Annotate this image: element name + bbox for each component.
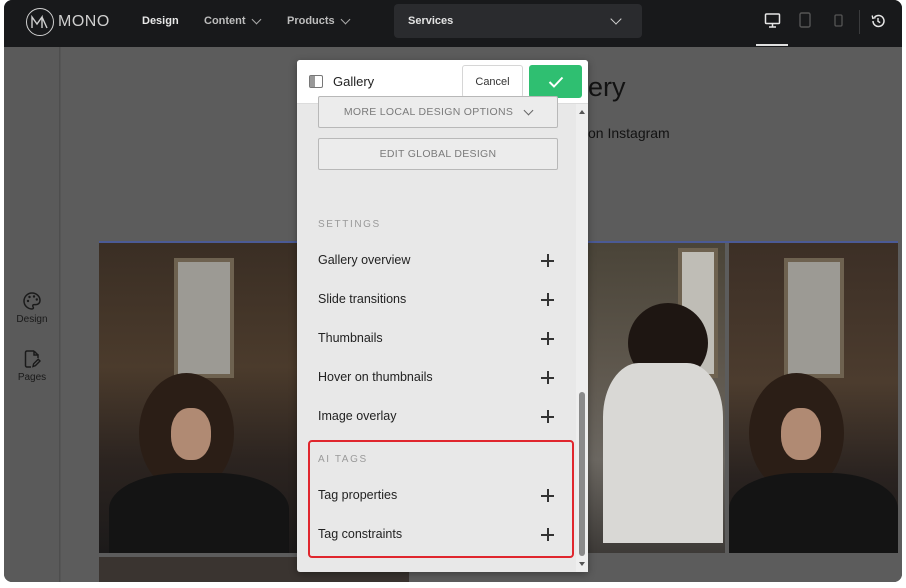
page-edit-icon <box>24 350 41 368</box>
scroll-up-arrow-icon[interactable] <box>579 110 585 114</box>
nav-content[interactable]: Content <box>204 14 261 27</box>
edit-global-design-button[interactable]: EDIT GLOBAL DESIGN <box>318 138 558 170</box>
gallery-image[interactable] <box>99 243 298 553</box>
chevron-down-icon <box>523 105 534 115</box>
shirt-shape <box>603 363 723 543</box>
setting-label: Tag properties <box>318 488 398 502</box>
sidebar-item-pages[interactable]: Pages <box>4 349 60 383</box>
setting-hover-on-thumbnails[interactable]: Hover on thumbnails <box>318 368 554 390</box>
gallery-image[interactable] <box>729 243 898 553</box>
plus-icon[interactable] <box>541 528 554 541</box>
tablet-icon[interactable] <box>799 12 811 33</box>
top-navigation-bar: MONO Design Content Products Services <box>4 0 902 47</box>
setting-label: Thumbnails <box>318 331 383 345</box>
plus-icon[interactable] <box>541 371 554 384</box>
setting-tag-constraints[interactable]: Tag constraints <box>318 525 554 547</box>
chevron-down-icon <box>340 14 351 24</box>
logo-mark-icon <box>26 8 54 36</box>
nav-products-label: Products <box>287 15 335 27</box>
check-icon <box>548 76 563 88</box>
desktop-icon[interactable] <box>764 12 781 34</box>
setting-label: Gallery overview <box>318 253 411 267</box>
gallery-settings-panel: Gallery Cancel MORE LOCAL DESIGN OPTIONS… <box>297 60 588 572</box>
sidebar-item-label: Pages <box>17 372 47 383</box>
history-icon[interactable] <box>870 13 886 34</box>
scrollbar-thumb[interactable] <box>579 392 585 556</box>
cancel-button[interactable]: Cancel <box>462 65 523 98</box>
confirm-button[interactable] <box>529 65 582 98</box>
plus-icon[interactable] <box>541 332 554 345</box>
setting-image-overlay[interactable]: Image overlay <box>318 407 554 429</box>
setting-label: Tag constraints <box>318 527 403 541</box>
mobile-icon[interactable] <box>834 14 843 32</box>
plus-icon[interactable] <box>541 293 554 306</box>
sidebar-item-design[interactable]: Design <box>4 291 60 325</box>
button-label: EDIT GLOBAL DESIGN <box>379 148 497 160</box>
setting-thumbnails[interactable]: Thumbnails <box>318 329 554 351</box>
setting-label: Image overlay <box>318 409 397 423</box>
setting-label: Hover on thumbnails <box>318 370 433 384</box>
setting-slide-transitions[interactable]: Slide transitions <box>318 290 554 312</box>
plus-icon[interactable] <box>541 410 554 423</box>
chevron-down-icon <box>251 14 261 24</box>
page-select-dropdown[interactable]: Services <box>394 4 642 38</box>
coat-shape <box>109 473 289 553</box>
plus-icon[interactable] <box>541 254 554 267</box>
setting-label: Slide transitions <box>318 292 407 306</box>
window-shape <box>784 258 844 378</box>
plus-icon[interactable] <box>541 489 554 502</box>
settings-section-label: SETTINGS <box>318 219 381 230</box>
mono-logo[interactable]: MONO <box>26 8 110 36</box>
nav-products[interactable]: Products <box>287 14 351 27</box>
palette-icon <box>23 292 41 310</box>
nav-design[interactable]: Design <box>142 15 179 27</box>
face-shape <box>171 408 211 460</box>
left-sidebar: Design Pages <box>4 47 60 582</box>
gallery-heading: ery <box>588 72 626 102</box>
layout-icon <box>309 75 323 88</box>
gallery-image[interactable] <box>588 243 725 553</box>
chevron-down-icon <box>610 13 622 25</box>
face-shape <box>781 408 821 460</box>
logo-text: MONO <box>58 13 110 30</box>
nav-design-label: Design <box>142 15 179 27</box>
window-shape <box>174 258 234 378</box>
button-label: MORE LOCAL DESIGN OPTIONS <box>343 106 514 118</box>
panel-scrollbar[interactable] <box>576 104 588 572</box>
setting-tag-properties[interactable]: Tag properties <box>318 486 554 508</box>
setting-gallery-overview[interactable]: Gallery overview <box>318 251 554 273</box>
gallery-subheading: on Instagram <box>588 125 670 141</box>
coat-shape <box>729 473 898 553</box>
nav-content-label: Content <box>204 15 246 27</box>
scroll-down-arrow-icon[interactable] <box>579 562 585 566</box>
divider <box>859 10 860 34</box>
ai-tags-section-label: AI TAGS <box>318 454 368 465</box>
panel-title: Gallery <box>333 74 375 89</box>
sidebar-item-label: Design <box>16 314 48 325</box>
active-device-indicator <box>756 44 788 46</box>
panel-body: MORE LOCAL DESIGN OPTIONS EDIT GLOBAL DE… <box>297 96 588 572</box>
page-select-value: Services <box>408 15 454 27</box>
more-local-design-button[interactable]: MORE LOCAL DESIGN OPTIONS <box>318 96 558 128</box>
